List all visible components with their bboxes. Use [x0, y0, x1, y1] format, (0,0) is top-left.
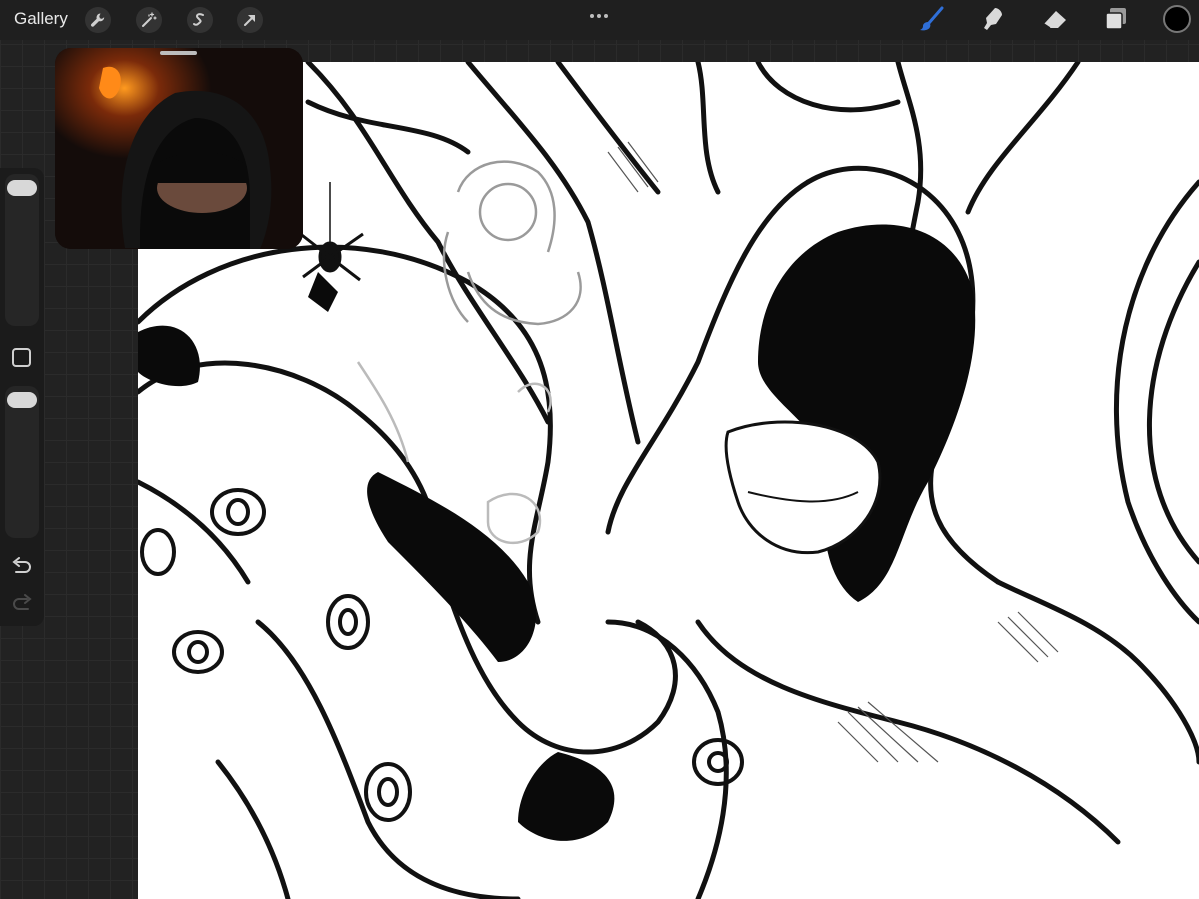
magic-wand-icon[interactable]	[136, 7, 162, 33]
selection-icon[interactable]	[187, 7, 213, 33]
reference-camera-image	[55, 48, 303, 249]
more-options-icon[interactable]	[589, 7, 609, 25]
wrench-icon[interactable]	[85, 7, 111, 33]
transform-arrow-icon[interactable]	[237, 7, 263, 33]
top-toolbar: Gallery	[0, 0, 1199, 40]
color-picker-swatch[interactable]	[1163, 5, 1191, 33]
gallery-button[interactable]: Gallery	[14, 9, 68, 29]
smudge-icon[interactable]	[978, 4, 1008, 34]
left-sidebar	[0, 168, 44, 626]
reference-window-handle[interactable]	[160, 51, 197, 55]
brush-size-slider[interactable]	[5, 174, 39, 326]
brush-size-slider-thumb[interactable]	[7, 180, 37, 196]
eraser-icon[interactable]	[1040, 4, 1070, 34]
opacity-slider-thumb[interactable]	[7, 392, 37, 408]
opacity-slider[interactable]	[5, 386, 39, 538]
undo-icon[interactable]	[10, 557, 34, 577]
reference-window[interactable]	[55, 48, 303, 249]
layers-icon[interactable]	[1101, 4, 1131, 34]
modify-button[interactable]	[12, 348, 31, 367]
brush-icon[interactable]	[917, 4, 947, 34]
redo-icon[interactable]	[10, 594, 34, 614]
